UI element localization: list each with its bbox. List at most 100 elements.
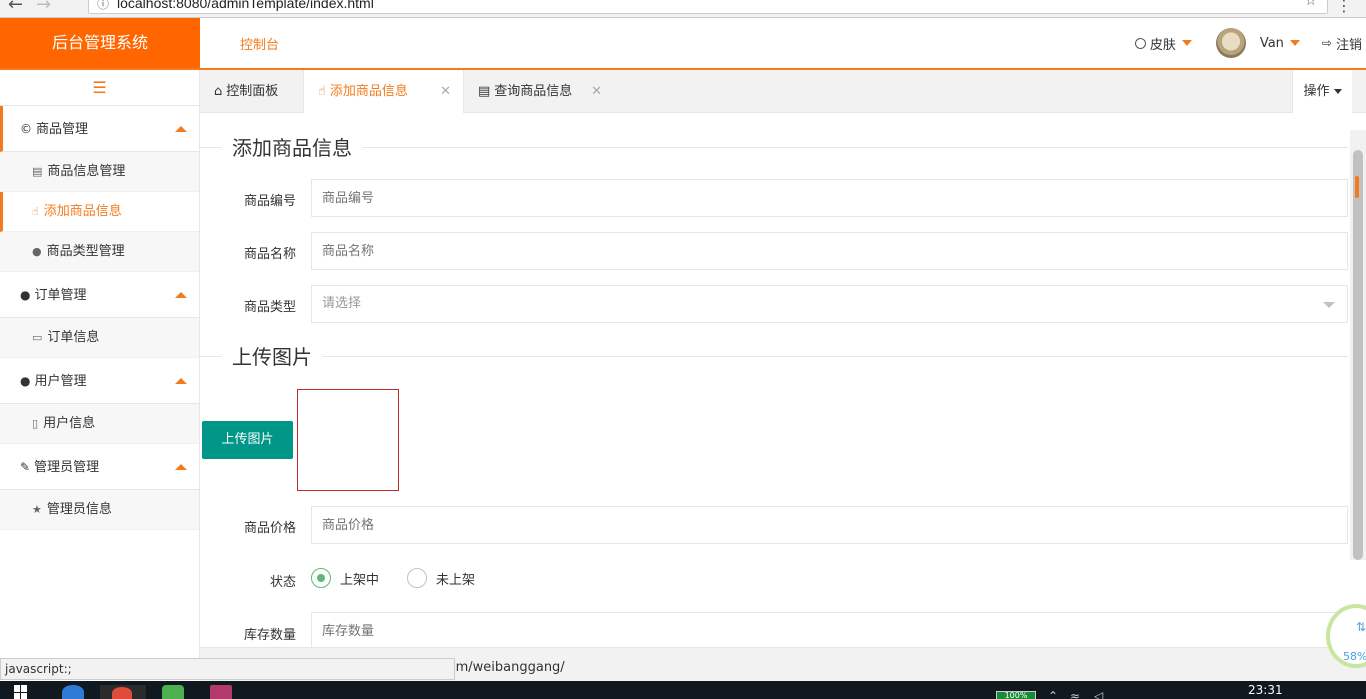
tab-query-product[interactable]: ▤ 查询商品信息 ✕ (464, 70, 614, 113)
caret-up-icon (175, 378, 187, 384)
scroll-indicator (1355, 176, 1359, 198)
more-vert-icon[interactable]: ⋮ (1336, 0, 1352, 15)
ide-app-icon[interactable] (210, 685, 232, 699)
upload-image-button[interactable]: 上传图片 (202, 421, 293, 459)
thumbs-up-icon: ☝ (32, 205, 39, 218)
caret-up-icon (175, 464, 187, 470)
status-radio-group: 状态 上架中 未上架 (200, 568, 800, 590)
user-icon: ● (20, 374, 31, 388)
field-label: 状态 (269, 575, 296, 590)
editor-app-icon[interactable] (162, 685, 184, 699)
field-label: 商品编号 (243, 194, 296, 209)
os-taskbar: 100% ⌃ ≈ ◁ 23:31 (0, 681, 1366, 699)
sidebar-group-users[interactable]: ● 用户管理 (0, 358, 199, 404)
close-icon[interactable]: ✕ (591, 70, 602, 113)
system-clock[interactable]: 23:31 (1248, 683, 1283, 697)
chrome-app-icon[interactable] (100, 685, 146, 699)
info-icon[interactable]: ⓘ (97, 0, 109, 12)
status-off-radio[interactable]: 未上架 (407, 568, 475, 588)
stock-input[interactable] (311, 612, 1348, 647)
sidebar-item-label: 用户信息 (43, 416, 96, 431)
price-input[interactable] (311, 506, 1348, 544)
skin-menu[interactable]: 皮肤 (1134, 34, 1192, 53)
windows-start-icon[interactable] (14, 685, 28, 699)
sidebar-item-user-info[interactable]: ▯ 用户信息 (0, 404, 199, 444)
scrollbar-thumb[interactable] (1353, 150, 1363, 560)
star-icon: ★ (32, 503, 42, 516)
browser-app-icon[interactable] (62, 685, 84, 699)
chevron-down-icon (1323, 302, 1335, 308)
close-icon[interactable]: ✕ (440, 70, 451, 113)
logout-button[interactable]: ⇨ 注销 (1322, 34, 1362, 53)
url-text: localhost:8080/adminTemplate/index.html (117, 0, 374, 11)
caret-up-icon (175, 126, 187, 132)
product-type-select[interactable]: 请选择 (311, 285, 1348, 323)
image-preview (297, 389, 399, 491)
star-icon[interactable]: ☆ (1304, 0, 1317, 9)
sidebar-item-order-info[interactable]: ▭ 订单信息 (0, 318, 199, 358)
arrow-left-icon[interactable]: ← (8, 0, 23, 15)
home-icon: ⌂ (214, 84, 223, 99)
arrows-icon: ⇅ (1356, 620, 1366, 634)
radio-label: 上架中 (340, 572, 380, 588)
sidebar-item-label: 商品信息管理 (47, 164, 126, 179)
console-link[interactable]: 控制台 (240, 34, 279, 53)
sidebar-group-orders[interactable]: ● 订单管理 (0, 272, 199, 318)
sidebar-group-admins[interactable]: ✎ 管理员管理 (0, 444, 199, 490)
system-tray: 100% ⌃ ≈ ◁ 23:31 (986, 681, 1366, 699)
caret-up-icon (175, 292, 187, 298)
battery-icon[interactable]: 100% (996, 691, 1036, 699)
address-bar[interactable]: ⓘ localhost:8080/adminTemplate/index.htm… (88, 0, 1328, 14)
form-row-price: 商品价格 (200, 506, 1348, 544)
arrow-right-icon[interactable]: → (36, 0, 51, 15)
sidebar-item-admin-info[interactable]: ★ 管理员信息 (0, 490, 199, 530)
sign-out-icon: ⇨ (1321, 36, 1332, 50)
sidebar-group-label: 用户管理 (34, 374, 87, 389)
form-row-product-name: 商品名称 (200, 232, 1348, 270)
section-legend: 添加商品信息 (200, 132, 1348, 162)
user-name: Van (1259, 35, 1284, 51)
product-name-input[interactable] (311, 232, 1348, 270)
user-menu[interactable]: Van (1215, 28, 1300, 58)
menu-icon[interactable]: ☰ (0, 70, 199, 106)
form-row-stock: 库存数量 (200, 612, 1348, 647)
browser-toolbar: ← → ⓘ localhost:8080/adminTemplate/index… (0, 0, 1366, 18)
vertical-scrollbar[interactable] (1350, 130, 1366, 560)
field-label: 商品价格 (243, 521, 296, 536)
tab-add-product[interactable]: ☝ 添加商品信息 ✕ (304, 70, 464, 113)
speed-percent: 58% (1343, 650, 1366, 663)
tray-icon[interactable]: ⌃ (1048, 689, 1058, 699)
section-title: 添加商品信息 (222, 132, 362, 161)
card-icon: ▭ (32, 331, 43, 344)
sidebar-group-label: 订单管理 (34, 288, 87, 303)
sidebar-item-label: 商品类型管理 (46, 244, 125, 259)
radio-checked-icon (311, 568, 331, 588)
browser-status-bar: javascript:; (0, 658, 455, 680)
radio-unchecked-icon (407, 568, 427, 588)
header-right: 皮肤 Van ⇨ 注销 (1134, 18, 1366, 68)
wifi-icon[interactable]: ≈ (1070, 689, 1080, 699)
radio-label: 未上架 (436, 572, 476, 588)
volume-icon[interactable]: ◁ (1094, 689, 1103, 699)
user-icon: ● (20, 288, 31, 302)
sidebar-group-products[interactable]: © 商品管理 (0, 106, 199, 152)
document-icon: ▤ (32, 165, 43, 178)
field-label: 商品类型 (243, 300, 296, 315)
caret-down-icon (1289, 40, 1300, 46)
sidebar-item-product-info[interactable]: ▤ 商品信息管理 (0, 152, 199, 192)
tab-dashboard[interactable]: ⌂ 控制面板 (200, 70, 304, 113)
operations-dropdown[interactable]: 操作 (1292, 70, 1352, 113)
sidebar-item-add-product[interactable]: ☝ 添加商品信息 (0, 192, 199, 232)
sidebar-item-label: 订单信息 (47, 330, 100, 345)
copyright-icon: © (20, 122, 32, 136)
upload-legend: 上传图片 (200, 341, 1348, 371)
field-label: 库存数量 (243, 628, 296, 643)
skin-label: 皮肤 (1149, 37, 1176, 53)
main-content: 添加商品信息 商品编号 商品名称 商品类型 请选择 上传图片 上传图片 商品价格… (200, 113, 1350, 647)
product-no-input[interactable] (311, 179, 1348, 217)
sidebar-item-product-type[interactable]: ● 商品类型管理 (0, 232, 199, 272)
top-header: 后台管理系统 控制台 皮肤 Van ⇨ 注销 (0, 18, 1366, 70)
status-on-radio[interactable]: 上架中 (311, 568, 379, 588)
sidebar-group-label: 商品管理 (36, 122, 89, 137)
operations-label: 操作 (1303, 84, 1330, 99)
